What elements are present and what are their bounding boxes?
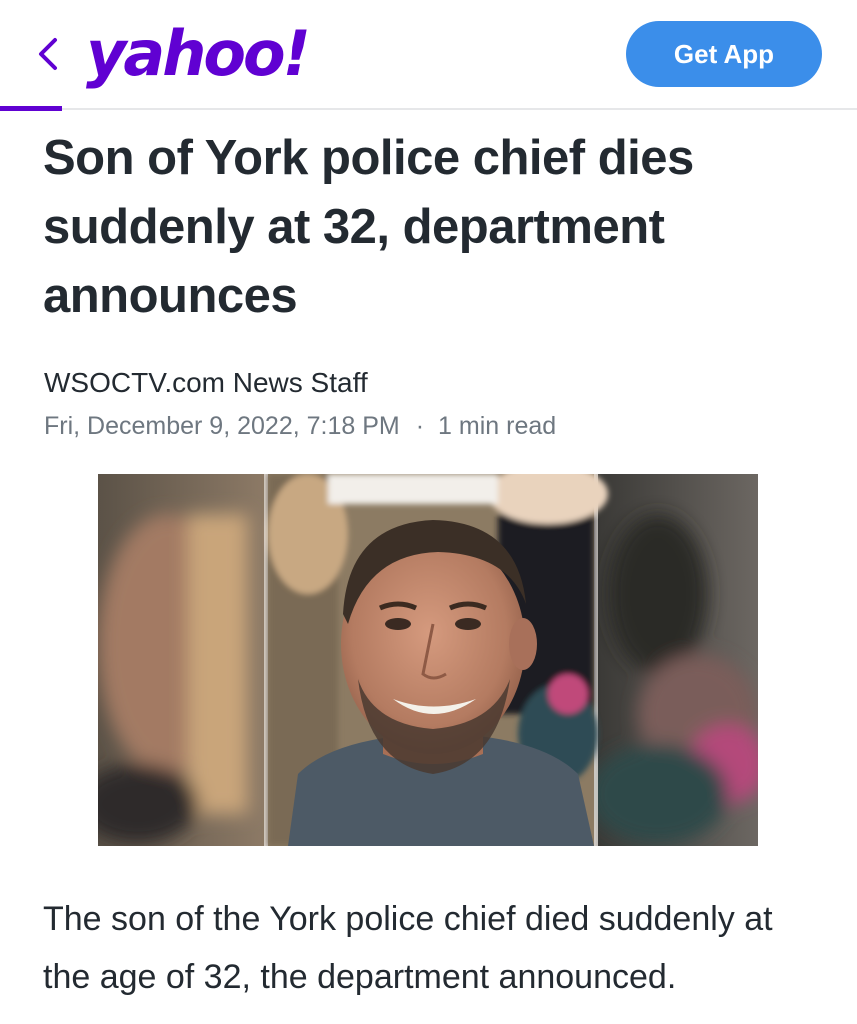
- article-author[interactable]: WSOCTV.com News Staff: [44, 364, 368, 402]
- article-meta: Fri, December 9, 2022, 7:18 PM · 1 min rea…: [44, 408, 556, 444]
- yahoo-logo[interactable]: yahoo!: [86, 14, 311, 94]
- top-bar: yahoo! Get App: [0, 0, 857, 110]
- back-button[interactable]: [28, 32, 68, 80]
- article-body: The son of the York police chief died su…: [43, 900, 773, 996]
- get-app-button[interactable]: Get App: [626, 21, 822, 87]
- read-time: 1 min read: [438, 412, 557, 440]
- article-date: Fri, December 9, 2022, 7:18 PM: [44, 412, 400, 440]
- article-photo[interactable]: [98, 474, 758, 846]
- article-headline: Son of York police chief dies suddenly a…: [43, 131, 694, 323]
- header-accent-line: [0, 106, 62, 111]
- chevron-left-icon: [36, 36, 60, 77]
- meta-separator: ·: [415, 412, 425, 440]
